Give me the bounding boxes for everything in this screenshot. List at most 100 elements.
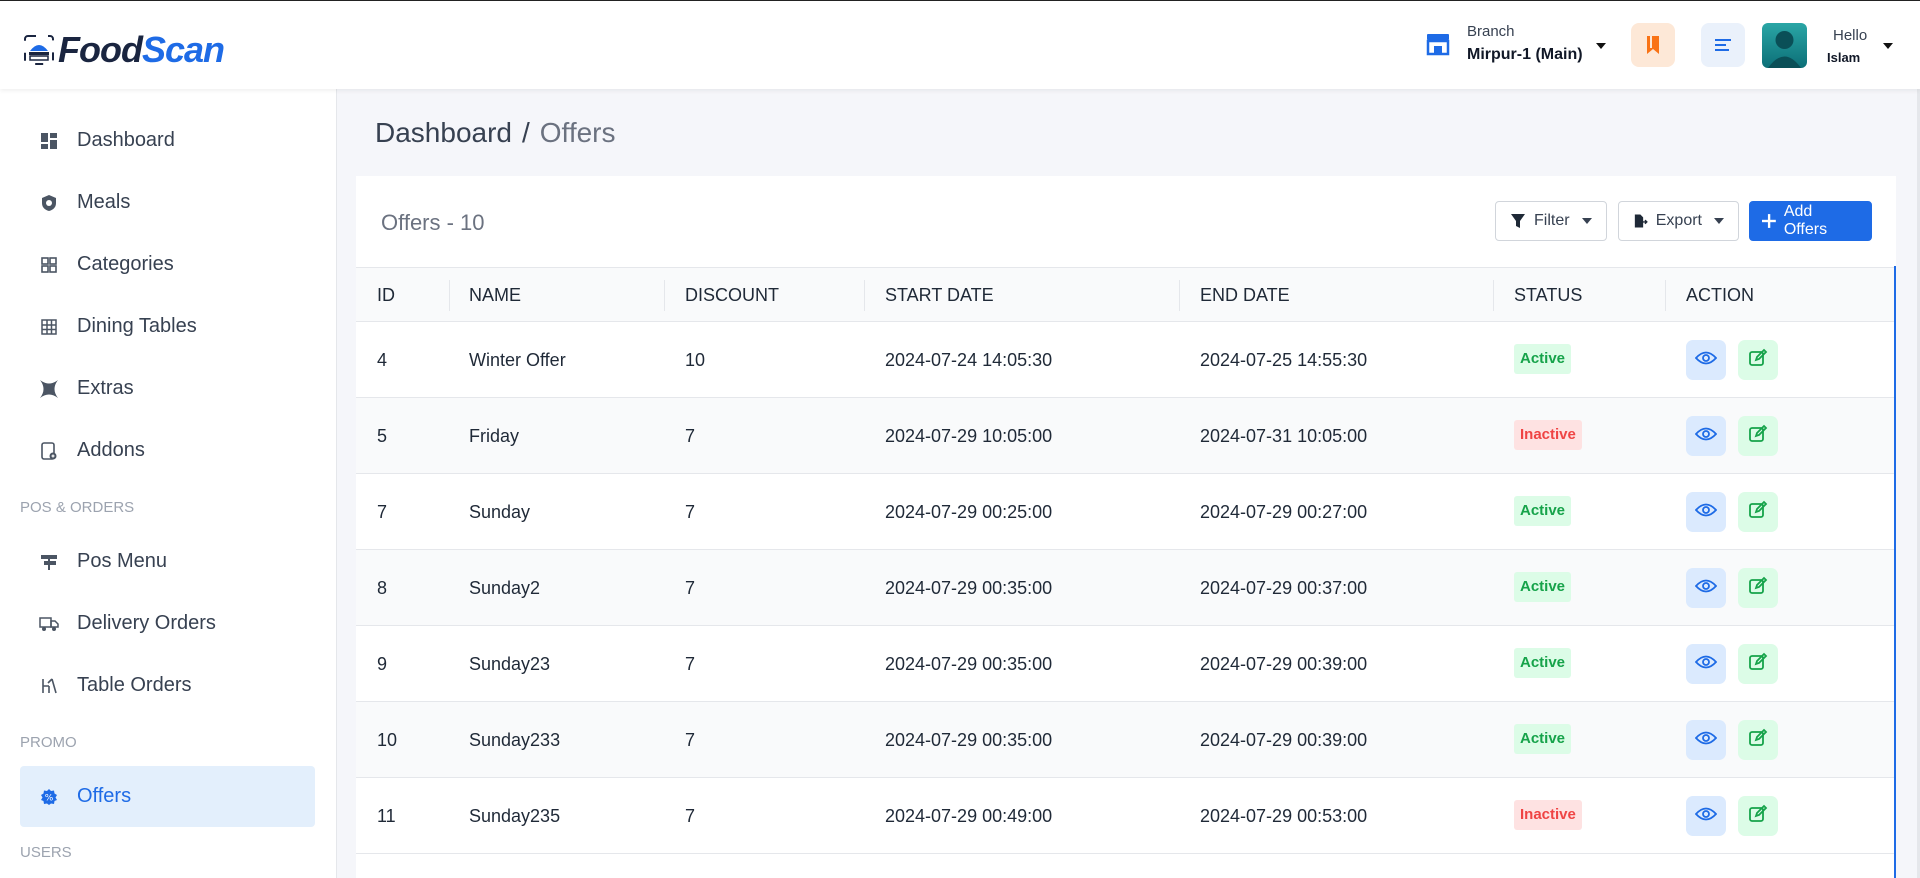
sidebar-item-pos-menu[interactable]: Pos Menu xyxy=(20,531,315,592)
sidebar-item-dining-tables[interactable]: Dining Tables xyxy=(20,296,315,357)
status-badge: Active xyxy=(1514,344,1572,374)
cell-name: Sunday233 xyxy=(469,730,561,750)
cell-start-date: 2024-07-24 14:05:30 xyxy=(885,350,1053,370)
cell-name: Sunday23 xyxy=(469,654,551,674)
cell-discount: 7 xyxy=(685,502,696,522)
column-header-id[interactable]: ID xyxy=(377,268,395,323)
foodscan-logo[interactable]: FoodScan xyxy=(24,29,225,71)
edit-button[interactable] xyxy=(1738,796,1778,836)
eye-icon xyxy=(1694,578,1718,599)
edit-button[interactable] xyxy=(1738,416,1778,456)
view-button[interactable] xyxy=(1686,796,1726,836)
cell-name: Winter Offer xyxy=(469,350,566,370)
edit-button[interactable] xyxy=(1738,492,1778,532)
breadcrumb-current: Offers xyxy=(539,117,616,148)
section-promo: PROMO xyxy=(20,734,77,751)
add-offers-button[interactable]: Add Offers xyxy=(1749,201,1872,241)
status-badge: Inactive xyxy=(1514,800,1582,830)
view-button[interactable] xyxy=(1686,644,1726,684)
column-header-status[interactable]: STATUS xyxy=(1514,268,1582,323)
sidebar-item-label: Extras xyxy=(77,377,134,399)
status-badge: Active xyxy=(1514,648,1572,678)
cell-id: 5 xyxy=(377,426,388,446)
column-header-name[interactable]: NAME xyxy=(469,268,521,323)
cell-id: 8 xyxy=(377,578,388,598)
sidebar-item-label: Dashboard xyxy=(77,129,175,151)
cell-name: Friday xyxy=(469,426,520,446)
sidebar-item-addons[interactable]: Addons xyxy=(20,420,315,481)
cell-name: Sunday xyxy=(469,502,531,522)
view-button[interactable] xyxy=(1686,720,1726,760)
chevron-down-icon[interactable] xyxy=(1883,43,1893,49)
cell-discount: 7 xyxy=(685,806,696,826)
delivery-icon xyxy=(39,614,59,634)
eye-icon xyxy=(1694,654,1718,675)
edit-button[interactable] xyxy=(1738,644,1778,684)
sidebar-item-delivery-orders[interactable]: Delivery Orders xyxy=(20,593,315,654)
branch-selector[interactable]: Branch Mirpur-1 (Main) xyxy=(1425,23,1583,64)
table-row: 8 Sunday2 7 2024-07-29 00:35:00 2024-07-29 0… xyxy=(356,550,1896,626)
column-header-start-date[interactable]: START DATE xyxy=(885,268,994,323)
filter-icon xyxy=(1511,214,1525,228)
cell-name: Sunday2 xyxy=(469,578,541,598)
table-row: 9 Sunday23 7 2024-07-29 00:35:00 2024-07-29 … xyxy=(356,626,1896,702)
cell-id: 11 xyxy=(377,806,396,826)
sidebar-item-offers[interactable]: % Offers xyxy=(20,766,315,827)
view-button[interactable] xyxy=(1686,416,1726,456)
bookmark-icon xyxy=(1647,36,1659,54)
dashboard-icon xyxy=(39,131,59,151)
sidebar-item-meals[interactable]: Meals xyxy=(20,172,315,233)
status-badge: Active xyxy=(1514,496,1572,526)
section-users: USERS xyxy=(20,844,72,861)
logo-text: FoodScan xyxy=(58,29,225,70)
table-row: 11 Sunday235 7 2024-07-29 00:49:00 2024-07-2… xyxy=(356,778,1896,854)
edit-icon xyxy=(1748,500,1768,525)
column-header-end-date[interactable]: END DATE xyxy=(1200,268,1290,323)
table-orders-icon xyxy=(39,676,59,696)
edit-icon xyxy=(1748,348,1768,373)
view-button[interactable] xyxy=(1686,340,1726,380)
edit-button[interactable] xyxy=(1738,340,1778,380)
store-icon xyxy=(1426,33,1450,55)
menu-toggle-button[interactable] xyxy=(1701,23,1745,67)
column-header-discount[interactable]: DISCOUNT xyxy=(685,268,779,323)
offers-card: Offers - 10 Filter Export Add Offers ID … xyxy=(356,176,1896,878)
edit-icon xyxy=(1748,424,1768,449)
edit-icon xyxy=(1748,728,1768,753)
cell-start-date: 2024-07-29 00:35:00 xyxy=(885,654,1053,674)
sidebar-item-extras[interactable]: Extras xyxy=(20,358,315,419)
page-title: Offers - 10 xyxy=(381,210,485,235)
status-badge: Active xyxy=(1514,724,1572,754)
chevron-down-icon xyxy=(1714,218,1724,224)
filter-label: Filter xyxy=(1534,212,1570,229)
filter-button[interactable]: Filter xyxy=(1495,201,1607,241)
eye-icon xyxy=(1694,502,1718,523)
eye-icon xyxy=(1694,350,1718,371)
cell-id: 9 xyxy=(377,654,388,674)
section-pos-orders: POS & ORDERS xyxy=(20,499,135,516)
edit-button[interactable] xyxy=(1738,568,1778,608)
cell-id: 4 xyxy=(377,350,388,370)
table-header: ID NAME DISCOUNT START DATE END DATE STA… xyxy=(356,267,1896,322)
breadcrumb-root[interactable]: Dashboard xyxy=(375,117,512,148)
sidebar-item-label: Categories xyxy=(77,253,174,275)
pos-menu-icon xyxy=(39,552,59,572)
view-button[interactable] xyxy=(1686,568,1726,608)
status-badge: Active xyxy=(1514,572,1572,602)
chevron-down-icon[interactable] xyxy=(1596,43,1606,49)
breadcrumb-separator: / xyxy=(521,117,530,148)
extras-icon xyxy=(39,379,59,399)
cell-end-date: 2024-07-31 10:05:00 xyxy=(1200,426,1368,446)
svg-text:%: % xyxy=(45,793,54,803)
edit-button[interactable] xyxy=(1738,720,1778,760)
sidebar-item-dashboard[interactable]: Dashboard xyxy=(20,110,315,171)
cell-discount: 7 xyxy=(685,426,696,446)
bookmark-button[interactable] xyxy=(1631,23,1675,67)
view-button[interactable] xyxy=(1686,492,1726,532)
user-menu[interactable]: Hello Islam xyxy=(1762,23,1867,68)
status-badge: Inactive xyxy=(1514,420,1582,450)
sidebar-item-table-orders[interactable]: Table Orders xyxy=(20,655,315,716)
cell-end-date: 2024-07-29 00:39:00 xyxy=(1200,654,1368,674)
export-button[interactable]: Export xyxy=(1618,201,1739,241)
sidebar-item-categories[interactable]: Categories xyxy=(20,234,315,295)
